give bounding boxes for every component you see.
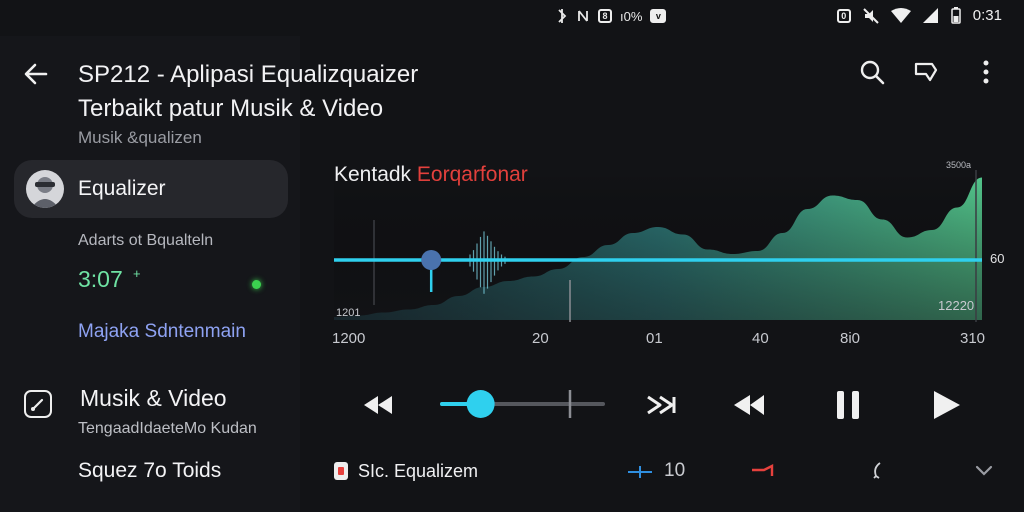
- music-video-icon: [24, 390, 52, 418]
- sidebar-item-sub: TengaadIdaeteMo Kudan: [78, 420, 257, 437]
- sidebar-item-equalizer[interactable]: Equalizer: [14, 160, 288, 218]
- seek-slider[interactable]: [440, 386, 605, 422]
- wifi-icon: [890, 7, 911, 23]
- more-vert-icon[interactable]: [972, 58, 1000, 86]
- sidebar-footer[interactable]: Squez 7o Toids: [78, 459, 221, 483]
- horizontal-slider-icon[interactable]: [626, 464, 654, 480]
- clock: 0:31: [972, 7, 1002, 24]
- previous-icon[interactable]: [730, 385, 770, 425]
- avatar: [26, 170, 64, 208]
- app-badge-icon: v: [650, 9, 667, 23]
- x-tick-label: 40: [752, 330, 769, 347]
- status-dot: [252, 280, 261, 289]
- skip-icon[interactable]: [642, 385, 682, 425]
- pause-icon[interactable]: [828, 385, 868, 425]
- sidebar-link[interactable]: Majaka Sdntenmain: [78, 321, 246, 343]
- cast-icon[interactable]: [912, 58, 940, 86]
- title-line-1: SP212 - Aplipasi Equalizquaizer: [78, 61, 419, 88]
- nfc-icon: [578, 10, 588, 22]
- time-suffix: +: [133, 266, 141, 281]
- chart-label-inner-left: 1201: [336, 307, 360, 319]
- x-tick-label: 01: [646, 330, 663, 347]
- back-arrow-icon[interactable]: [22, 60, 50, 88]
- x-tick-label: 1200: [332, 330, 365, 347]
- title-line-2: Terbaikt patur Musik & Video: [78, 95, 384, 122]
- alarm-icon: 0: [836, 8, 851, 23]
- x-tick-label: 20: [532, 330, 549, 347]
- chart-label-right: 60: [990, 251, 1004, 266]
- equalizer-chart[interactable]: 3500a 60 1201 12220 1200 20 01 40 8i0 310: [330, 150, 1020, 350]
- battery-icon: [951, 7, 961, 24]
- play-icon[interactable]: [926, 385, 966, 425]
- chart-x-axis: 1200 20 01 40 8i0 310: [332, 330, 985, 347]
- sidebar-item-musik-video[interactable]: Musik & Video: [80, 385, 227, 412]
- left-panel: SP212 - Aplipasi Equalizquaizer Terbaikt…: [0, 36, 418, 512]
- chevron-down-icon[interactable]: [974, 464, 994, 478]
- page-title: SP212 - Aplipasi Equalizquaizer Terbaikt…: [78, 58, 458, 126]
- red-line-icon[interactable]: [750, 462, 778, 478]
- preset-label[interactable]: SIc. Equalizem: [358, 461, 478, 482]
- x-tick-label: 8i0: [840, 330, 860, 347]
- equalizer-badge-icon: [334, 462, 348, 480]
- playhead-handle[interactable]: [421, 250, 442, 270]
- vibrate-icon: [558, 9, 567, 23]
- status-left: 8 ı0% v: [556, 8, 667, 24]
- page-subtitle: Musik &qualizen: [78, 128, 202, 147]
- loop-icon[interactable]: [870, 460, 886, 482]
- mute-icon: [863, 7, 879, 24]
- status-left-text: ı0%: [620, 8, 643, 24]
- signal-icon: [922, 7, 938, 23]
- chart-label-top-right: 3500a: [946, 160, 971, 170]
- rewind-icon[interactable]: [358, 385, 398, 425]
- sidebar-item-label: Equalizer: [78, 177, 166, 200]
- x-tick-label: 310: [960, 330, 985, 347]
- time-readout: 3:07: [78, 266, 123, 292]
- notification-icon: 8: [598, 9, 612, 23]
- volume-value: 10: [664, 460, 686, 481]
- seek-knob[interactable]: [466, 390, 495, 418]
- bottom-bar: SIc. Equalizem 10: [330, 452, 1024, 492]
- chart-fade: [334, 170, 982, 320]
- sidebar-caption: Adarts ot Bqualteln: [78, 232, 214, 249]
- status-right: 0 0:31: [836, 7, 1002, 24]
- status-bar: 8 ı0% v 0 0:31: [0, 0, 1024, 36]
- chart-label-inner-right: 12220: [938, 298, 974, 313]
- search-icon[interactable]: [858, 58, 886, 86]
